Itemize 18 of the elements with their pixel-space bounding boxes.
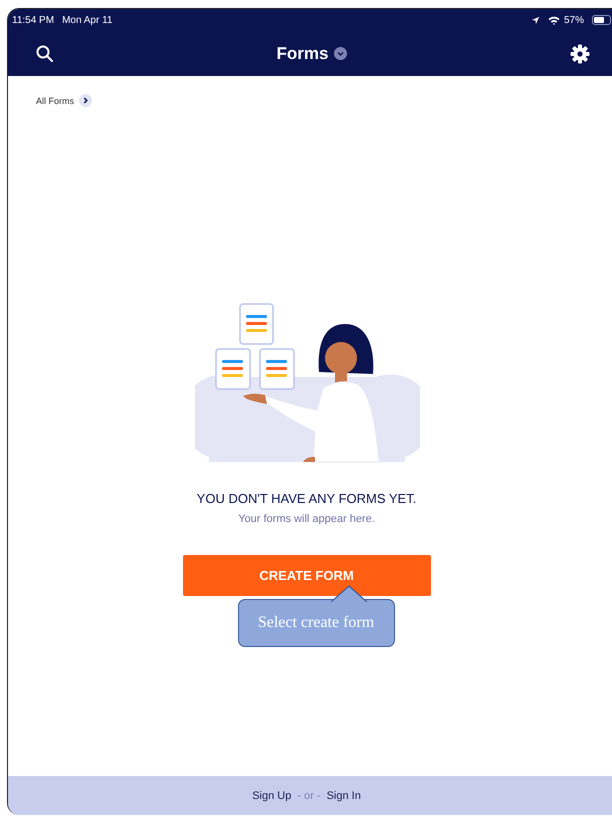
- search-icon[interactable]: [36, 44, 54, 62]
- callout-text: Select create form: [258, 614, 374, 632]
- separator-text: - or -: [297, 790, 321, 802]
- wifi-icon: [548, 16, 560, 24]
- battery-icon: [592, 15, 612, 25]
- breadcrumb-link[interactable]: All Forms: [36, 96, 74, 106]
- nav-title[interactable]: Forms: [276, 44, 328, 64]
- chevron-right-icon[interactable]: [79, 94, 92, 107]
- location-arrow-icon: [530, 16, 540, 24]
- sign-up-link[interactable]: Sign Up: [252, 790, 292, 802]
- status-time: 11:54 PM: [12, 14, 54, 26]
- battery-percent: 57%: [564, 14, 584, 26]
- sign-in-link[interactable]: Sign In: [326, 790, 361, 802]
- empty-state-title: YOU DON'T HAVE ANY FORMS YET.: [196, 491, 416, 506]
- dropdown-chevron-icon[interactable]: [334, 47, 348, 60]
- empty-state-subtitle: Your forms will appear here.: [238, 513, 375, 525]
- status-date: Mon Apr 11: [62, 14, 112, 26]
- settings-icon[interactable]: [570, 44, 590, 64]
